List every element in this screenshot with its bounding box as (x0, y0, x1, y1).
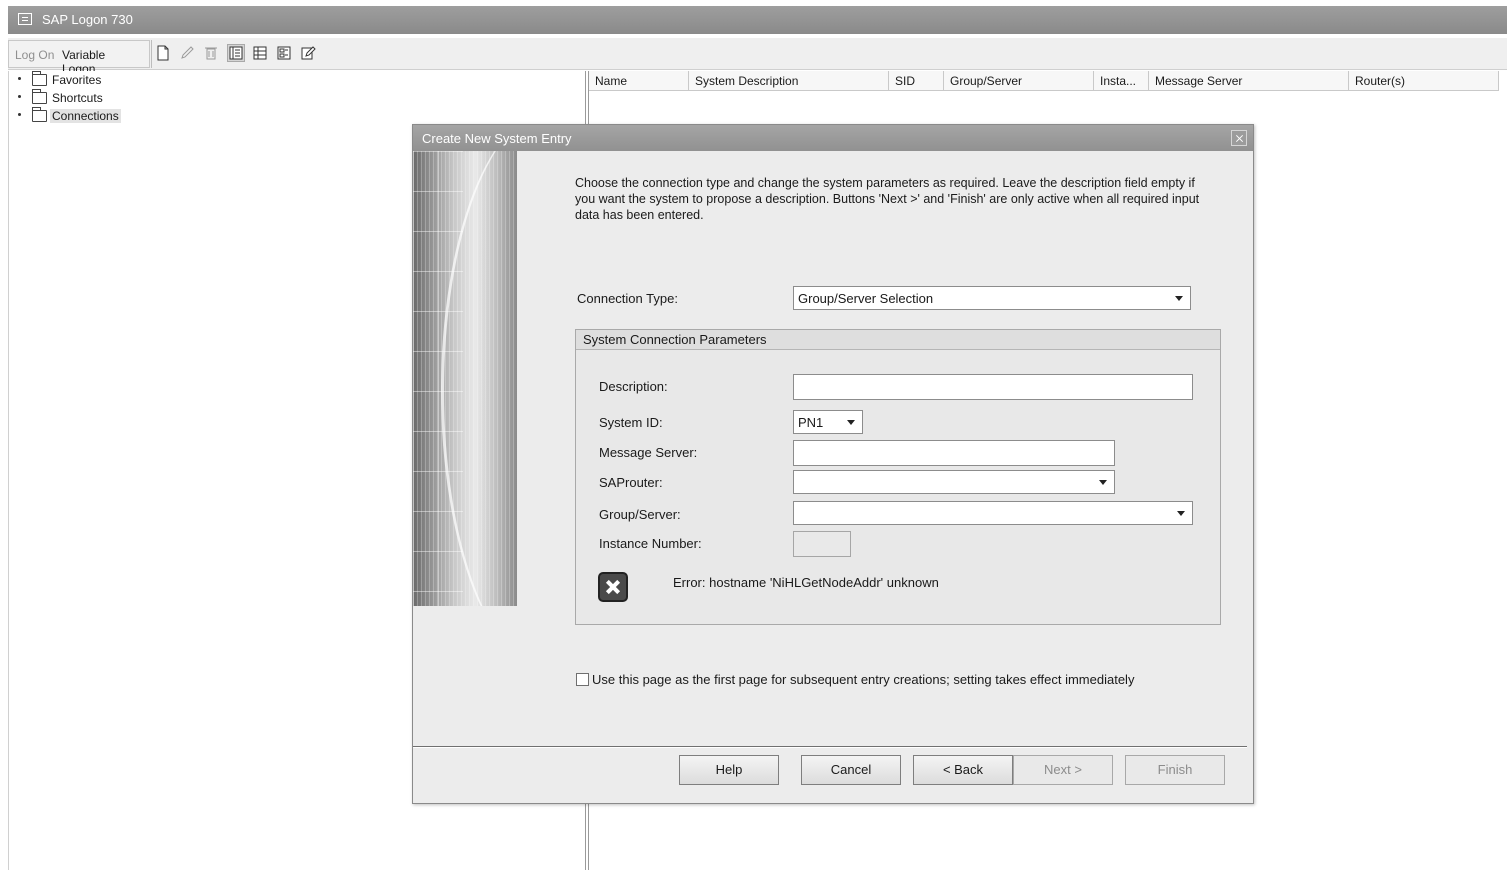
folder-icon (32, 107, 47, 122)
system-connection-parameters-group: System Connection Parameters Description… (575, 329, 1221, 625)
connection-type-label: Connection Type: (577, 291, 678, 306)
system-id-label: System ID: (599, 415, 663, 430)
dialog-instructions: Choose the connection type and change th… (575, 176, 1200, 222)
instance-number-field (793, 531, 851, 557)
tree-bullet (18, 95, 21, 98)
tree-item-label: Shortcuts (52, 91, 103, 105)
toolbar-separator (151, 40, 152, 68)
back-button[interactable]: < Back (913, 755, 1013, 785)
new-entry-icon[interactable] (155, 45, 171, 61)
first-page-checkbox[interactable] (576, 673, 589, 686)
description-field[interactable] (793, 374, 1193, 400)
error-message: Error: hostname 'NiHLGetNodeAddr' unknow… (673, 575, 939, 590)
logon-button[interactable]: Log On (15, 48, 54, 62)
system-id-value: PN1 (798, 415, 824, 430)
edit-notes-icon[interactable] (300, 45, 316, 61)
next-button[interactable]: Next > (1013, 755, 1113, 785)
explorer-view-icon[interactable] (276, 45, 292, 61)
saprouter-label: SAProuter: (599, 475, 663, 490)
column-header-instance[interactable]: Insta... (1094, 71, 1149, 91)
column-header-group-server[interactable]: Group/Server (944, 71, 1094, 91)
description-label: Description: (599, 379, 668, 394)
message-server-field[interactable] (793, 440, 1115, 466)
tree-item-favorites[interactable]: Favorites (9, 71, 209, 90)
connection-type-value: Group/Server Selection (798, 291, 934, 306)
error-icon (598, 572, 628, 602)
close-icon[interactable] (1231, 130, 1247, 146)
chevron-down-icon (1099, 480, 1107, 485)
tree-item-connections[interactable]: Connections (9, 107, 209, 126)
edit-icon[interactable] (179, 45, 195, 61)
saprouter-dropdown[interactable] (793, 470, 1115, 494)
toolbar: Log On Variable Logon... (8, 38, 1507, 76)
column-header-system-description[interactable]: System Description (689, 71, 889, 91)
folder-icon (32, 71, 47, 86)
group-header: System Connection Parameters (576, 330, 1220, 350)
system-id-dropdown[interactable]: PN1 (793, 410, 863, 434)
column-header-sid[interactable]: SID (889, 71, 944, 91)
group-server-dropdown[interactable] (793, 501, 1193, 525)
column-header-routers[interactable]: Router(s) (1349, 71, 1499, 91)
tree-bullet (18, 113, 21, 116)
cancel-button[interactable]: Cancel (801, 755, 901, 785)
finish-button[interactable]: Finish (1125, 755, 1225, 785)
list-view-icon[interactable] (252, 45, 268, 61)
wizard-side-image (413, 151, 517, 606)
delete-icon[interactable] (203, 45, 219, 61)
dialog-title: Create New System Entry (422, 131, 572, 146)
button-divider (413, 746, 1247, 748)
column-header-name[interactable]: Name (589, 71, 689, 91)
connection-type-dropdown[interactable]: Group/Server Selection (793, 286, 1191, 310)
logon-button-group: Log On Variable Logon... (8, 40, 150, 76)
tree-view-icon[interactable] (227, 44, 245, 62)
message-server-label: Message Server: (599, 445, 698, 460)
window-title-bar: SAP Logon 730 (8, 6, 1507, 34)
tree-item-label: Connections (50, 109, 121, 123)
help-button[interactable]: Help (679, 755, 779, 785)
tree-item-shortcuts[interactable]: Shortcuts (9, 89, 209, 108)
tree-item-label: Favorites (52, 73, 102, 87)
sap-logon-icon (18, 13, 32, 25)
chevron-down-icon (1177, 511, 1185, 516)
group-server-label: Group/Server: (599, 507, 681, 522)
column-header-message-server[interactable]: Message Server (1149, 71, 1349, 91)
tree-bullet (18, 77, 21, 80)
create-system-entry-dialog: Create New System Entry Choose the conne… (412, 124, 1254, 804)
window-title: SAP Logon 730 (42, 12, 133, 27)
instance-number-label: Instance Number: (599, 536, 702, 551)
chevron-down-icon (847, 420, 855, 425)
first-page-checkbox-label[interactable]: Use this page as the first page for subs… (592, 672, 1134, 687)
dialog-title-bar: Create New System Entry (413, 125, 1253, 151)
folder-icon (32, 89, 47, 104)
chevron-down-icon (1175, 296, 1183, 301)
